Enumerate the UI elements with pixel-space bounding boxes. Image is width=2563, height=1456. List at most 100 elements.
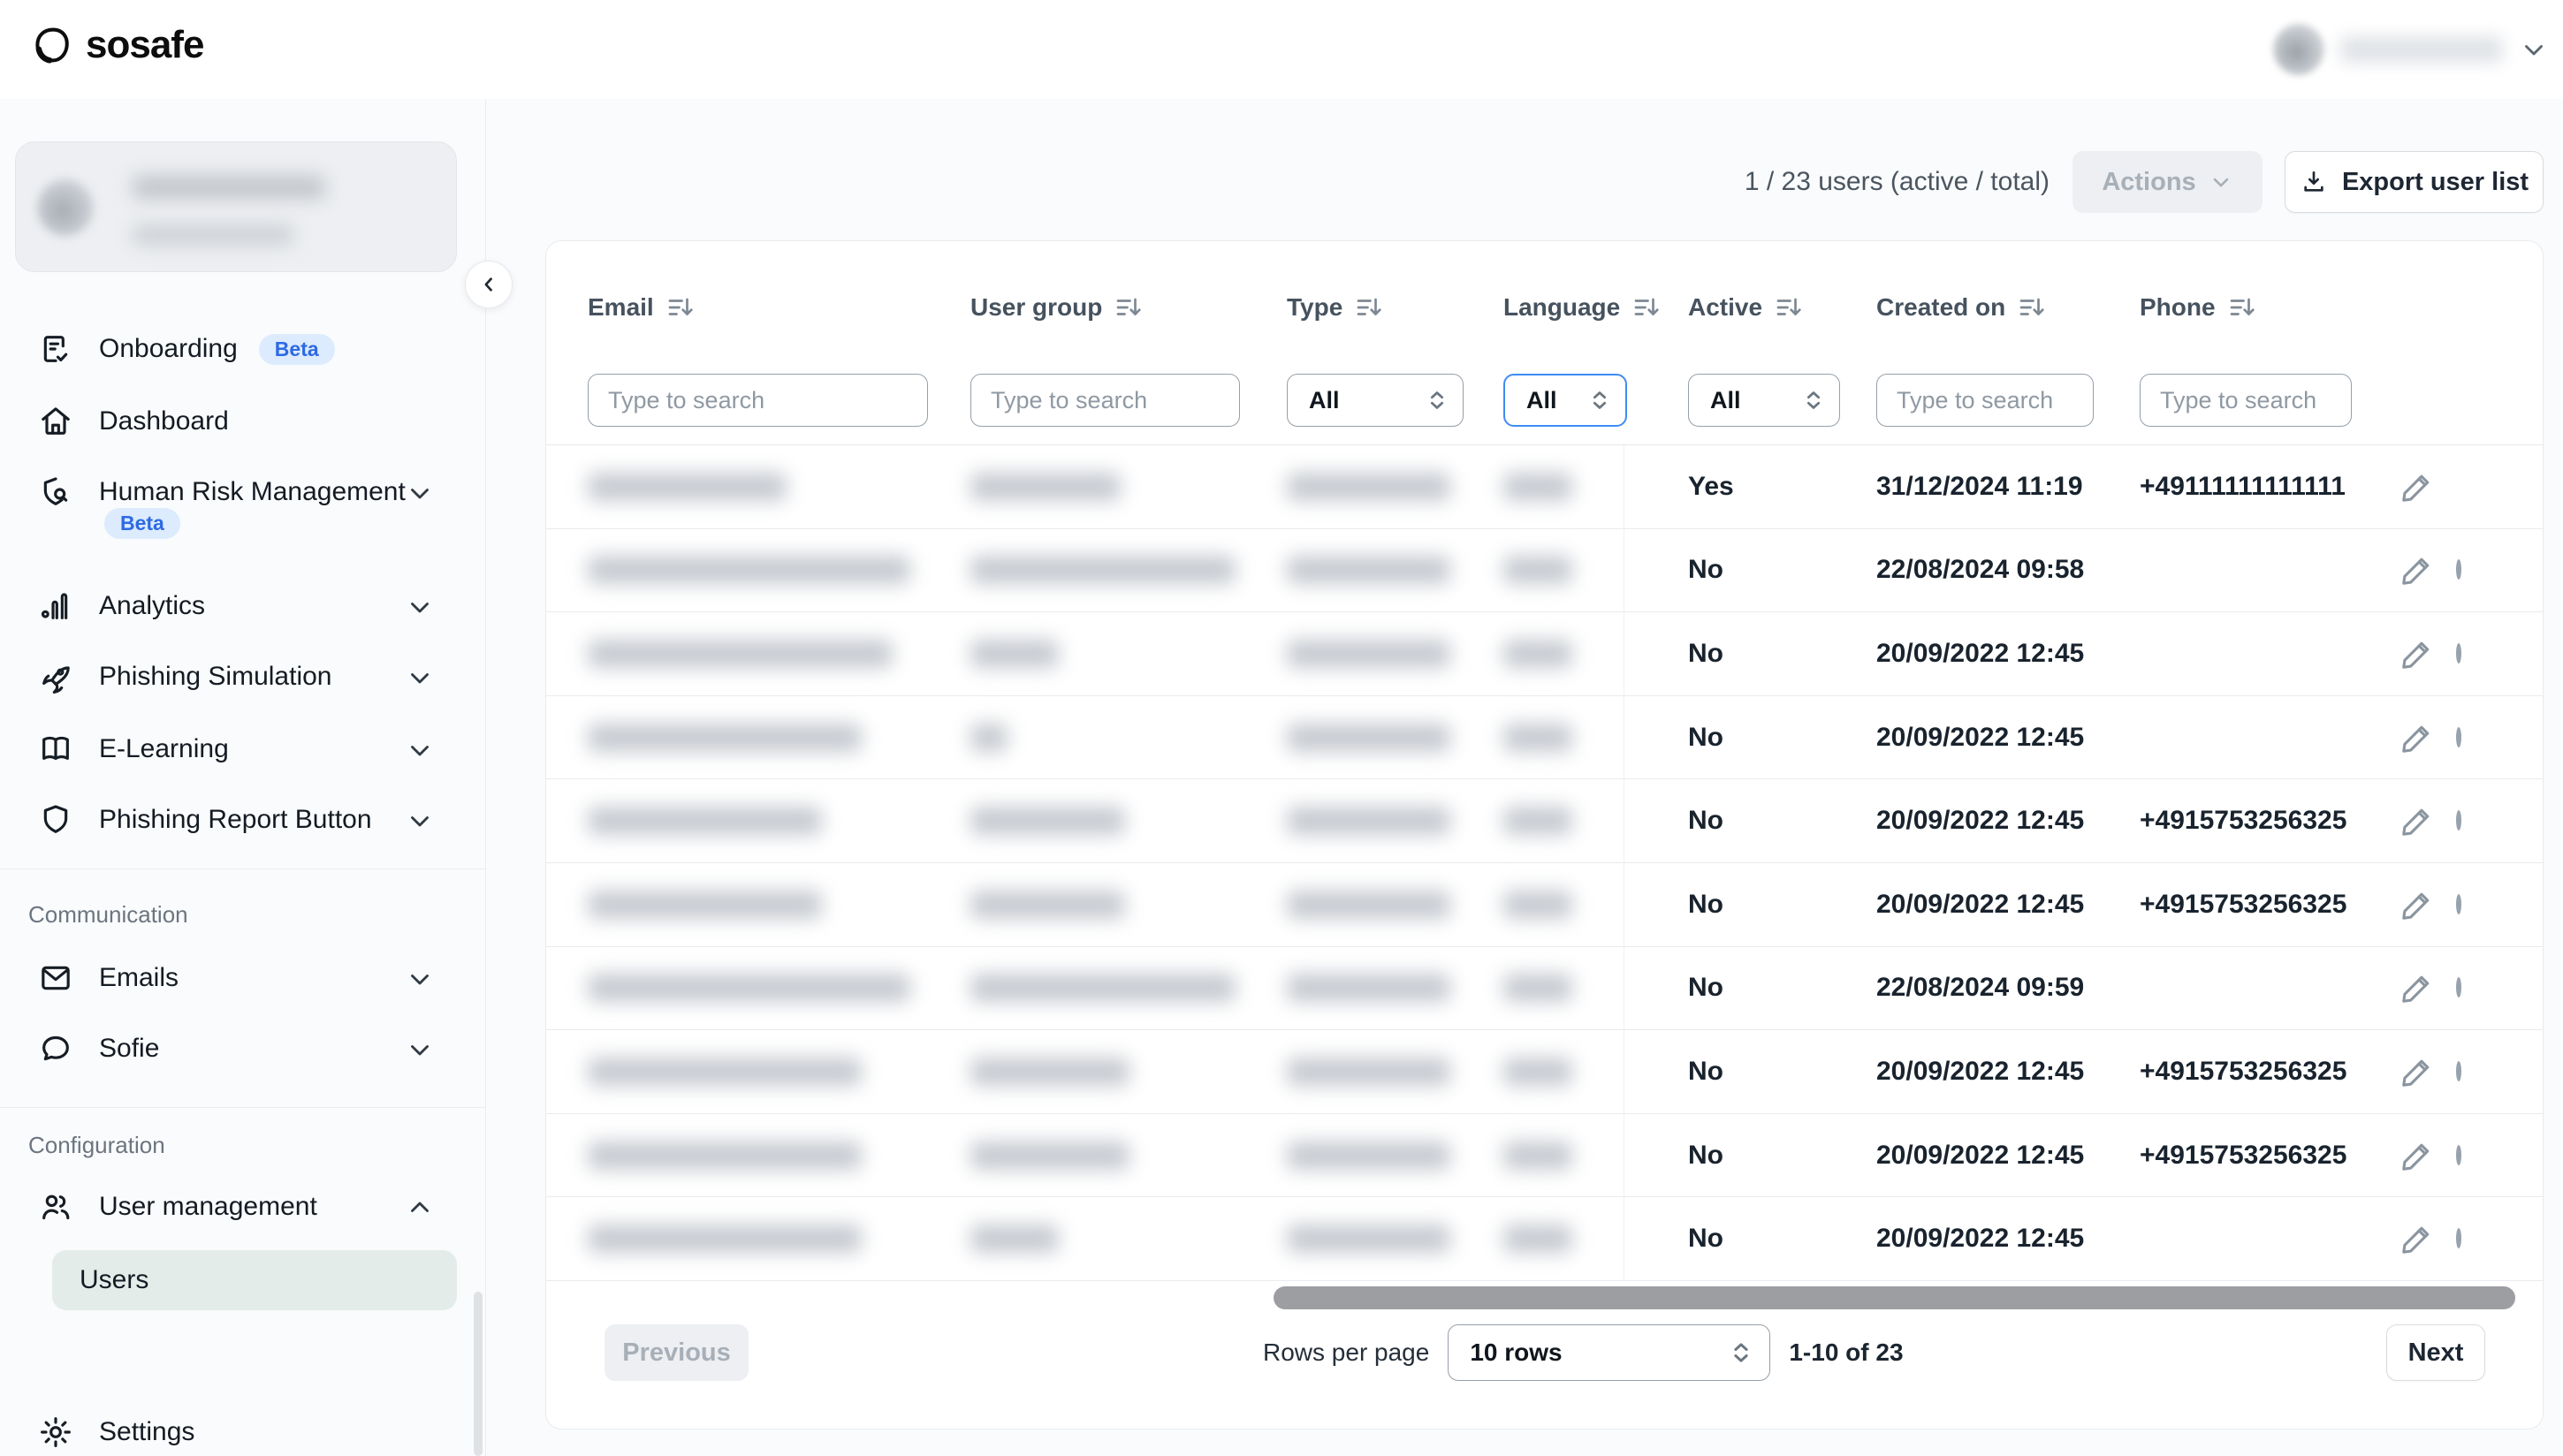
- edit-pencil-icon[interactable]: [2398, 968, 2456, 1007]
- edit-pencil-icon[interactable]: [2398, 550, 2456, 589]
- user-group-redacted: [970, 807, 1125, 835]
- created-on-filter-input[interactable]: [1876, 374, 2094, 427]
- sidebar-item-users[interactable]: Users: [52, 1250, 457, 1310]
- table-row[interactable]: No 20/09/2022 12:45: [546, 696, 2543, 780]
- table-row[interactable]: No 20/09/2022 12:45 +4915753256325: [546, 1030, 2543, 1114]
- select-value: All: [1309, 387, 1340, 414]
- table-row[interactable]: No 20/09/2022 12:45: [546, 612, 2543, 696]
- next-page-button[interactable]: Next: [2386, 1324, 2485, 1381]
- email-redacted: [588, 1141, 862, 1170]
- email-redacted: [588, 807, 822, 835]
- active-cell: No: [1688, 723, 1876, 753]
- sidebar-item-label: Onboarding: [99, 334, 238, 364]
- table-row[interactable]: No 22/08/2024 09:59: [546, 947, 2543, 1031]
- actions-button[interactable]: Actions: [2072, 151, 2263, 213]
- select-stepper-icon: [1802, 389, 1825, 412]
- previous-page-button[interactable]: Previous: [605, 1324, 749, 1381]
- sidebar-scrollbar[interactable]: [474, 1292, 483, 1456]
- created-on-cell: 20/09/2022 12:45: [1876, 1141, 2140, 1171]
- table-row[interactable]: No 22/08/2024 09:58: [546, 529, 2543, 613]
- column-header-email[interactable]: Email: [588, 293, 970, 322]
- row-radio[interactable]: [2456, 643, 2461, 664]
- chevron-down-icon: [2209, 170, 2233, 194]
- table-row[interactable]: No 20/09/2022 12:45 +4915753256325: [546, 1114, 2543, 1198]
- chevron-up-icon[interactable]: [405, 1193, 435, 1223]
- rows-per-page-select[interactable]: 10 rows: [1448, 1324, 1770, 1381]
- export-user-list-button[interactable]: Export user list: [2285, 151, 2544, 213]
- sidebar-item-e-learning[interactable]: E-Learning: [0, 721, 486, 777]
- sidebar-item-analytics[interactable]: Analytics: [0, 578, 486, 634]
- phone-filter-input[interactable]: [2140, 374, 2352, 427]
- beta-badge: Beta: [259, 334, 335, 365]
- type-filter-select[interactable]: All: [1287, 374, 1464, 427]
- edit-pencil-icon[interactable]: [2398, 634, 2456, 673]
- section-label-configuration: Configuration: [28, 1132, 165, 1159]
- sidebar-item-dashboard[interactable]: Dashboard: [0, 393, 486, 450]
- sidebar-item-settings[interactable]: Settings: [0, 1404, 486, 1456]
- sort-icon[interactable]: [1356, 294, 1382, 321]
- row-radio[interactable]: [2456, 1228, 2461, 1248]
- sidebar-item-onboarding[interactable]: Onboarding Beta: [0, 321, 486, 377]
- row-radio[interactable]: [2456, 1145, 2461, 1165]
- email-redacted: [588, 640, 893, 668]
- active-cell: No: [1688, 890, 1876, 920]
- shield-icon: [35, 800, 76, 840]
- chevron-down-icon[interactable]: [405, 806, 435, 836]
- column-header-active[interactable]: Active: [1688, 293, 1876, 322]
- row-radio[interactable]: [2456, 977, 2461, 997]
- sidebar-collapse-button[interactable]: [465, 261, 513, 308]
- type-redacted: [1287, 556, 1450, 584]
- edit-pencil-icon[interactable]: [2398, 801, 2456, 840]
- chevron-down-icon[interactable]: [405, 1035, 435, 1065]
- row-radio[interactable]: [2456, 1061, 2461, 1081]
- table-row[interactable]: Yes 31/12/2024 11:19 +49111111111111: [546, 445, 2543, 529]
- user-group-filter-input[interactable]: [970, 374, 1240, 427]
- column-header-phone[interactable]: Phone: [2140, 293, 2398, 322]
- sidebar-item-user-management[interactable]: User management: [0, 1179, 486, 1235]
- organization-name-redacted: [133, 176, 325, 199]
- edit-pencil-icon[interactable]: [2398, 1052, 2456, 1091]
- account-menu[interactable]: [2273, 0, 2549, 99]
- sidebar-item-phishing-simulation[interactable]: Phishing Simulation: [0, 648, 486, 705]
- edit-pencil-icon[interactable]: [2398, 1219, 2456, 1258]
- row-radio[interactable]: [2456, 559, 2461, 580]
- sidebar-item-label: Dashboard: [99, 406, 229, 436]
- sort-icon[interactable]: [2229, 294, 2255, 321]
- sort-icon[interactable]: [2019, 294, 2045, 321]
- edit-pencil-icon[interactable]: [2398, 885, 2456, 924]
- row-radio[interactable]: [2456, 810, 2461, 830]
- sidebar-item-sofie[interactable]: Sofie: [0, 1020, 486, 1077]
- column-header-language[interactable]: Language: [1503, 293, 1688, 322]
- email-filter-input[interactable]: [588, 374, 928, 427]
- chevron-down-icon[interactable]: [405, 592, 435, 622]
- sort-icon[interactable]: [1633, 294, 1660, 321]
- row-radio[interactable]: [2456, 727, 2461, 747]
- edit-pencil-icon[interactable]: [2398, 467, 2456, 506]
- column-header-created-on[interactable]: Created on: [1876, 293, 2140, 322]
- column-header-user-group[interactable]: User group: [970, 293, 1287, 322]
- table-row[interactable]: No 20/09/2022 12:45: [546, 1197, 2543, 1281]
- sort-icon[interactable]: [1115, 294, 1142, 321]
- sidebar-item-emails[interactable]: Emails: [0, 950, 486, 1006]
- sort-icon[interactable]: [1776, 294, 1802, 321]
- row-radio[interactable]: [2456, 894, 2461, 914]
- active-filter-select[interactable]: All: [1688, 374, 1840, 427]
- phone-cell: +49111111111111: [2140, 472, 2398, 502]
- chevron-down-icon[interactable]: [405, 663, 435, 693]
- column-header-type[interactable]: Type: [1287, 293, 1503, 322]
- edit-pencil-icon[interactable]: [2398, 1136, 2456, 1175]
- chevron-down-icon[interactable]: [405, 964, 435, 994]
- chevron-down-icon[interactable]: [405, 735, 435, 765]
- horizontal-scrollbar[interactable]: [1274, 1286, 2515, 1309]
- organization-card[interactable]: [15, 141, 457, 272]
- sidebar-item-phishing-report-button[interactable]: Phishing Report Button: [0, 792, 486, 848]
- table-row[interactable]: No 20/09/2022 12:45 +4915753256325: [546, 779, 2543, 863]
- language-filter-select[interactable]: All: [1503, 374, 1627, 427]
- chevron-down-icon[interactable]: [2519, 34, 2549, 64]
- edit-pencil-icon[interactable]: [2398, 718, 2456, 757]
- sort-icon[interactable]: [667, 294, 694, 321]
- type-redacted: [1287, 640, 1450, 668]
- table-row[interactable]: No 20/09/2022 12:45 +4915753256325: [546, 863, 2543, 947]
- sidebar-item-human-risk-management[interactable]: Human Risk Management: [0, 464, 486, 520]
- chevron-down-icon[interactable]: [405, 478, 435, 508]
